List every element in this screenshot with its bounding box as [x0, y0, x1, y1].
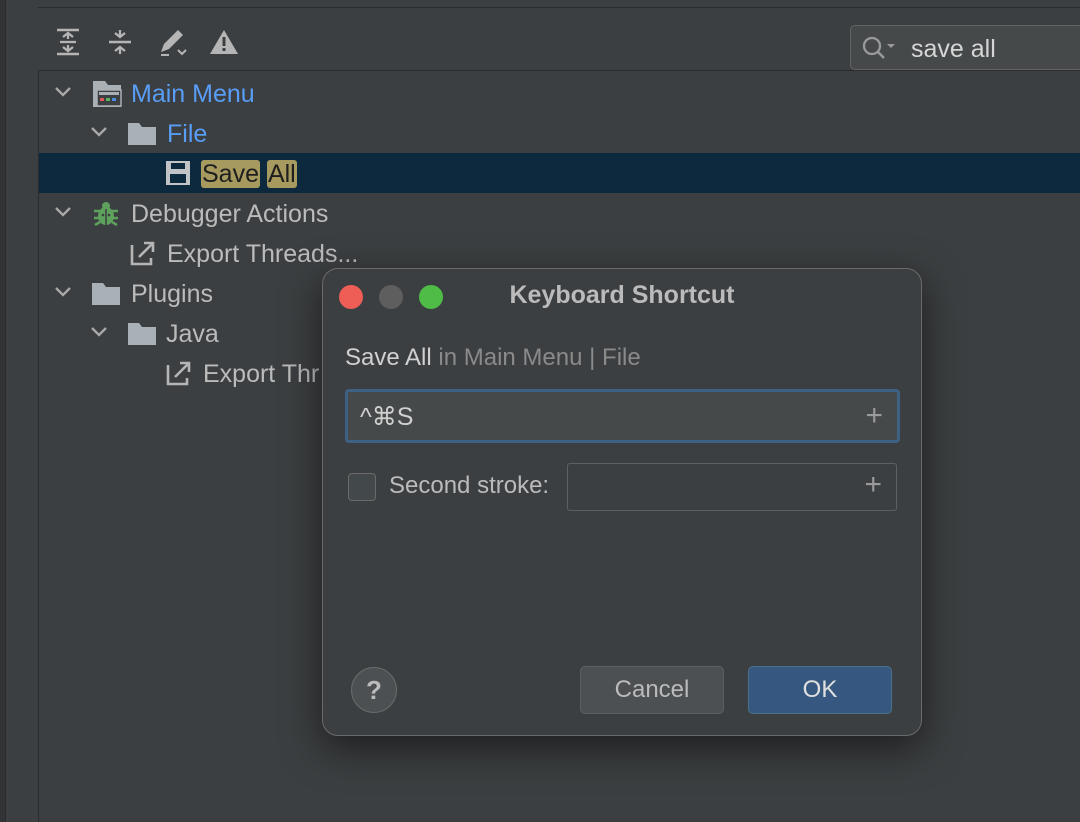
path-separator: |: [582, 344, 603, 371]
add-second-stroke-icon[interactable]: +: [864, 470, 882, 500]
tree-row-main-menu[interactable]: Main Menu: [39, 73, 1080, 113]
left-edge-panel: [0, 0, 6, 822]
chevron-down-icon[interactable]: [89, 122, 109, 147]
bug-icon: [91, 199, 121, 234]
collapse-all-icon[interactable]: [104, 26, 138, 60]
cancel-button[interactable]: Cancel: [580, 666, 724, 714]
conflicts-warning-icon[interactable]: [208, 26, 242, 60]
chevron-down-icon[interactable]: [89, 322, 109, 347]
action-path: Save All in Main Menu | File: [345, 344, 641, 372]
search-input[interactable]: save all: [911, 35, 996, 64]
second-stroke-label: Second stroke:: [389, 472, 550, 499]
tree-label-main-menu: Main Menu: [131, 80, 255, 108]
folder-icon: [127, 119, 157, 152]
tree-label-java: Java: [166, 320, 219, 348]
second-stroke-field[interactable]: +: [567, 463, 897, 511]
top-divider: [38, 0, 1080, 8]
tree-label-plugins: Plugins: [131, 280, 213, 308]
tree-row-export-threads[interactable]: Export Threads...: [39, 233, 1080, 273]
ok-button[interactable]: OK: [748, 666, 892, 714]
chevron-down-icon[interactable]: [53, 282, 73, 307]
save-disk-icon: [165, 159, 191, 192]
search-match-save: Save: [201, 160, 260, 188]
second-stroke-checkbox[interactable]: [348, 473, 376, 501]
search-field[interactable]: save all: [850, 25, 1080, 70]
action-location: in Main Menu: [431, 344, 583, 371]
tree-row-debugger-actions[interactable]: Debugger Actions: [39, 193, 1080, 233]
dialog-title: Keyboard Shortcut: [509, 281, 735, 309]
expand-all-icon[interactable]: [52, 26, 86, 60]
chevron-down-icon[interactable]: [53, 202, 73, 227]
add-shortcut-icon[interactable]: +: [865, 401, 883, 431]
folder-icon: [127, 319, 157, 352]
first-stroke-field[interactable]: ^⌘S +: [345, 389, 900, 443]
tree-label-debugger-actions: Debugger Actions: [131, 200, 329, 228]
tree-label-save-all: Save All: [201, 160, 297, 189]
export-icon: [165, 359, 193, 392]
folder-icon: [91, 279, 121, 312]
tree-label-java-export-threads: Export Thr: [203, 360, 320, 388]
keyboard-shortcut-dialog: Keyboard Shortcut Save All in Main Menu …: [322, 268, 922, 736]
chevron-down-icon[interactable]: [53, 82, 73, 107]
search-match-all: All: [266, 160, 297, 188]
help-button[interactable]: ?: [351, 667, 397, 713]
action-name: Save All: [345, 344, 432, 371]
menu-window-icon: [91, 79, 123, 114]
shortcut-value: ^⌘S: [360, 403, 414, 431]
tree-label-export-threads: Export Threads...: [167, 240, 359, 268]
export-icon: [129, 239, 157, 272]
tree-row-save-all[interactable]: Save All: [39, 153, 1080, 193]
tree-label-file: File: [167, 120, 208, 148]
search-icon[interactable]: [861, 35, 901, 66]
action-group: File: [602, 344, 641, 371]
keymap-toolbar: save all: [40, 8, 1080, 70]
edit-shortcut-icon[interactable]: [156, 26, 190, 60]
tree-row-file[interactable]: File: [39, 113, 1080, 153]
